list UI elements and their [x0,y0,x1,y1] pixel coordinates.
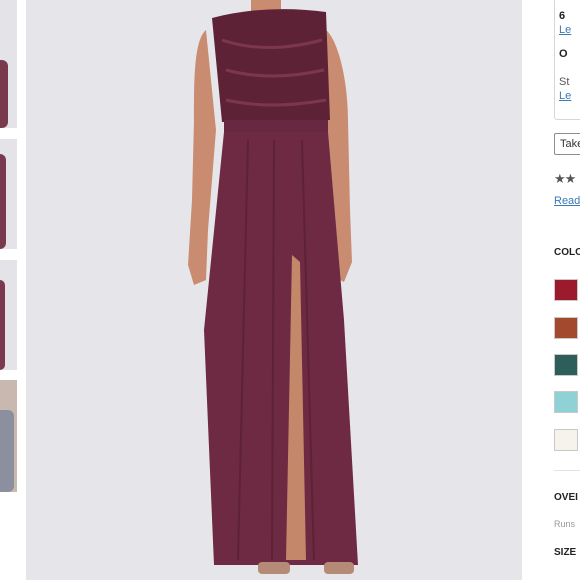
fulfillment-learn-more-link-1[interactable]: Le [559,24,571,36]
size-heading: SIZE [554,547,577,558]
right-shoe [324,562,354,574]
color-swatch-ivory[interactable] [554,429,578,451]
fulfillment-select-dropdown[interactable]: Take [554,133,580,155]
thumbnail-4[interactable] [0,380,17,492]
thumbnail-1[interactable] [0,0,17,128]
fulfillment-line-1: 6 [559,10,566,22]
waistband [224,120,328,132]
thumbnail-dress-shape [0,410,14,492]
color-swatch-aqua[interactable] [554,391,578,413]
thumbnail-dress-shape [0,154,6,249]
product-info-panel: 6 Le O St Le Take ★★ Read COLO OVEI Runs… [548,0,580,580]
read-reviews-link[interactable]: Read [554,195,580,207]
section-divider [554,470,580,471]
fulfillment-options-box [554,0,580,120]
left-arm [188,30,216,285]
product-main-photo[interactable] [26,0,522,580]
thumbnail-rail [0,0,18,580]
fulfillment-line-2: O [559,48,568,60]
rating-stars-icon: ★★ [554,171,576,186]
overview-heading: OVEI [554,492,578,503]
color-swatch-rust[interactable] [554,317,578,339]
color-swatch-teal[interactable] [554,354,578,376]
fulfillment-learn-more-link-2[interactable]: Le [559,90,571,102]
color-swatch-red[interactable] [554,279,578,301]
left-shoe [258,562,290,574]
color-heading: COLO [554,247,580,258]
thumbnail-3[interactable] [0,260,17,370]
fulfillment-line-3: St [559,76,570,88]
thumbnail-dress-shape [0,280,5,370]
model-in-dress-illustration [188,0,358,574]
thumbnail-2[interactable] [0,139,17,249]
overview-fit-text: Runs [554,519,576,529]
thumbnail-dress-shape [0,60,8,128]
